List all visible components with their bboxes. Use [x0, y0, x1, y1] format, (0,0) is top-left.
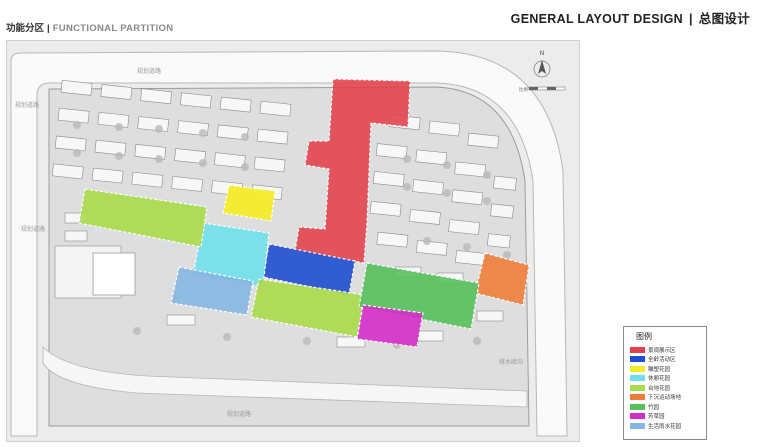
legend-label: 全龄活动区: [648, 357, 676, 364]
drain-label: 排水暗沟: [499, 358, 523, 366]
header-separator: |: [47, 23, 50, 34]
legend-item: 雕塑花园: [630, 364, 702, 374]
north-label: N: [540, 50, 545, 57]
legend-list: 景观展示区全龄活动区雕塑花园休憩花园台地花园下沉运动场地 竹园芳草园生活雨水花园: [630, 345, 702, 431]
legend-item: 台地花园: [630, 383, 702, 393]
legend-label: 台地花园: [648, 385, 671, 392]
legend-title: 图例: [636, 332, 652, 341]
header-title-cn: 功能分区: [6, 23, 45, 34]
road-label-left: 规划道路: [21, 225, 45, 233]
legend-label: 竹园: [648, 404, 660, 411]
doc-title-cn: 总图设计: [698, 12, 750, 26]
legend-label: 雕塑花园: [648, 366, 671, 373]
legend-swatch: [630, 413, 645, 420]
legend-swatch: [630, 346, 645, 353]
doc-title: GENERAL LAYOUT DESIGN | 总图设计: [511, 8, 750, 27]
header-title-en: FUNCTIONAL PARTITION: [52, 23, 174, 34]
doc-title-separator: |: [688, 12, 693, 26]
site-plan-svg: 规划道路 规划道路 规划道路 规划道路 排水暗沟 N 比例: [10, 50, 568, 437]
legend-swatch: [630, 375, 645, 382]
legend-item: 下沉运动场地: [630, 393, 702, 403]
road-label-left-top: 规划道路: [15, 101, 39, 109]
legend-item: 景观展示区: [630, 345, 702, 355]
legend-item: 芳草园: [630, 412, 702, 422]
legend-swatch: [630, 394, 645, 401]
road-label-top: 规划道路: [137, 67, 161, 75]
doc-title-en: GENERAL LAYOUT DESIGN: [510, 12, 683, 26]
legend-label: 下沉运动场地: [648, 395, 682, 402]
legend-swatch: [630, 422, 645, 429]
legend-item: 竹园: [630, 402, 702, 412]
legend-swatch: [630, 365, 645, 372]
legend-label: 景观展示区: [648, 347, 676, 354]
legend-swatch: [630, 356, 645, 363]
legend-label: 芳草园: [648, 414, 665, 421]
page-header: 功能分区 | FUNCTIONAL PARTITION: [6, 20, 173, 34]
legend-item: 休憩花园: [630, 374, 702, 384]
site-plan-map: 规划道路 规划道路 规划道路 规划道路 排水暗沟 N 比例: [6, 40, 580, 442]
legend-label: 休憩花园: [648, 376, 671, 383]
legend-swatch: [630, 384, 645, 391]
legend-item: 生活雨水花园: [630, 421, 702, 431]
legend-label: 生活雨水花园: [648, 423, 682, 430]
club-building: [92, 252, 136, 296]
zone-fragrant-grass-garden: [356, 304, 424, 348]
map-legend: 图例 景观展示区全龄活动区雕塑花园休憩花园台地花园下沉运动场地 竹园芳草园生活雨水…: [623, 326, 707, 440]
legend-swatch: [630, 403, 645, 410]
legend-item: 全龄活动区: [630, 355, 702, 365]
road-label-bottom: 规划道路: [227, 410, 251, 418]
north-arrow: N: [533, 50, 551, 78]
scale-bar: 比例: [519, 86, 566, 93]
scale-label: 比例: [519, 86, 528, 93]
